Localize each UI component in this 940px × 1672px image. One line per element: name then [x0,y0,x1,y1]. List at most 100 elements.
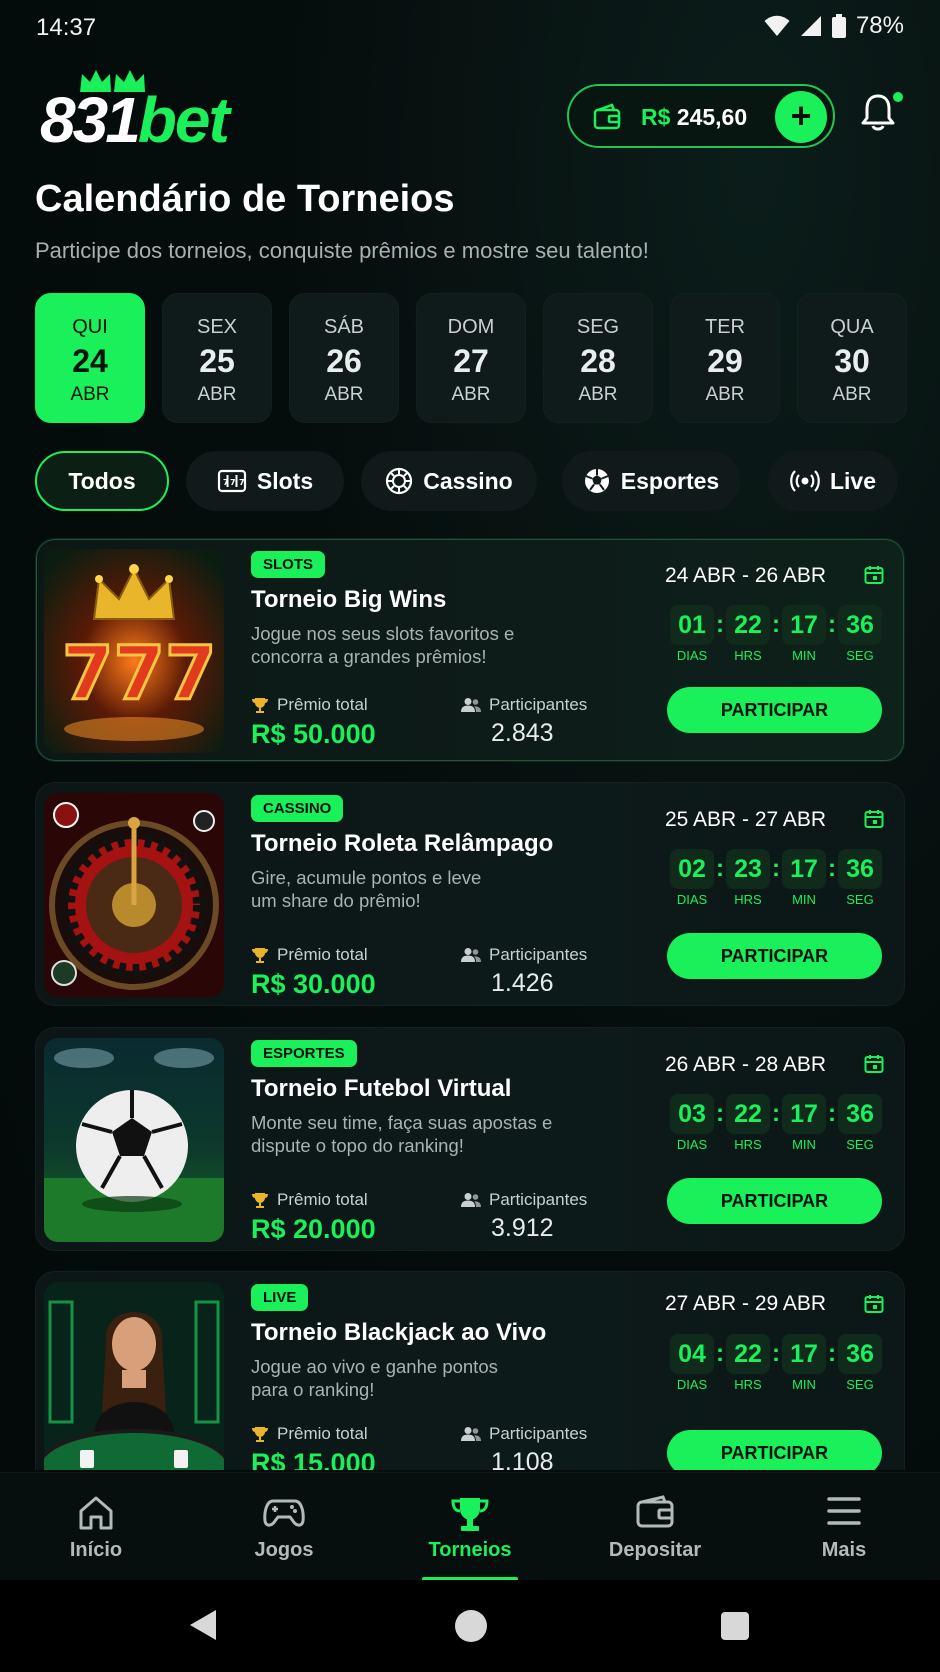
prize-label: Prêmio total [277,1424,368,1443]
nav-torneios[interactable]: Torneios [395,1473,545,1581]
timer-days-label: DIAS [676,892,708,907]
participants-block: Participantes 2.843 [461,695,587,748]
tournament-card-big-wins[interactable]: 777 SLOTS Torneio Big Wins Jogue nos seu… [35,538,905,762]
date-day: 27 [453,343,489,379]
filter-slots[interactable]: 7 7 7 Slots [186,451,344,511]
trophy-icon [252,948,268,963]
participants-value: 1.426 [491,969,554,997]
join-button[interactable]: PARTICIPAR [667,933,882,979]
balance-pill[interactable]: R$ 245,60 + [567,84,835,148]
date-month: ABR [70,384,110,405]
filter-esportes[interactable]: Esportes [562,451,740,511]
tournament-card-futebol[interactable]: ESPORTES Torneio Futebol Virtual Monte s… [35,1027,905,1251]
tournament-schedule: 25 ABR - 27 ABR 02 DIAS : 23 HRS : 17 MIN :… [649,783,905,1005]
category-filters: Todos 7 7 7 Slots Cassino Esportes Live [35,451,915,511]
tournament-schedule: 26 ABR - 28 ABR 03 DIAS : 22 HRS : 17 MIN :… [649,1028,905,1250]
timer-minutes-label: MIN [792,892,816,907]
participants-label-row: Participantes [461,1190,587,1210]
join-button[interactable]: PARTICIPAR [667,1178,882,1224]
countdown-timer: 01 DIAS : 22 HRS : 17 MIN : 36 SEG [670,605,882,665]
balance-value: 245,60 [676,104,748,130]
home-button-icon[interactable] [455,1610,487,1642]
timer-minutes-value: 17 [782,1094,826,1134]
timer-seconds-value: 36 [838,605,882,645]
participants-label-row: Participantes [461,1424,587,1444]
notification-dot [893,92,903,102]
date-card-27[interactable]: DOM 27 ABR [416,293,526,423]
recent-apps-icon[interactable] [721,1612,749,1640]
prize-value: R$ 15.000 [251,1448,376,1470]
filter-label: Todos [68,467,136,494]
logo-number: 831 [40,84,141,156]
tournament-name: Torneio Big Wins [251,586,447,613]
date-month: ABR [578,384,618,405]
category-badge: ESPORTES [251,1040,357,1067]
tournament-card-roleta[interactable]: CASSINO Torneio Roleta Relâmpago Gire, a… [35,782,905,1006]
bell-icon[interactable] [860,92,896,132]
join-button[interactable]: PARTICIPAR [667,687,882,733]
timer-seconds-label: SEG [846,648,874,663]
live-broadcast-icon [790,470,820,492]
filter-cassino[interactable]: Cassino [361,451,537,511]
filter-todos[interactable]: Todos [35,451,169,511]
timer-separator: : [828,611,836,638]
bottom-navigation: Início Jogos Torneios Depositar Mais [0,1472,940,1581]
date-card-24[interactable]: QUI 24 ABR [35,293,145,423]
date-card-25[interactable]: SEX 25 ABR [162,293,272,423]
add-funds-button[interactable]: + [775,91,827,143]
date-card-30[interactable]: QUA 30 ABR [797,293,907,423]
slot-machine-icon: 7 7 7 [217,469,246,493]
tournament-name: Torneio Roleta Relâmpago [251,830,554,857]
date-card-26[interactable]: SÁB 26 ABR [289,293,399,423]
filter-label: Live [829,467,877,494]
participants-block: Participantes 3.912 [461,1190,587,1243]
timer-seconds-label: SEG [846,892,874,907]
nav-mais[interactable]: Mais [769,1473,919,1581]
tournament-description: Gire, acumule pontos e leve um share do … [251,867,482,911]
tournament-name: Torneio Blackjack ao Vivo [251,1319,547,1346]
prize-value: R$ 20.000 [251,1214,376,1244]
tournament-description: Jogue ao vivo e ganhe pontos para o rank… [251,1356,498,1400]
filter-label: Cassino [423,467,513,494]
prize-label: Prêmio total [277,695,368,714]
timer-seconds: 36 SEG [838,1334,882,1392]
page-subtitle: Participe dos torneios, conquiste prêmio… [35,238,649,263]
nav-depositar[interactable]: Depositar [580,1473,730,1581]
timer-separator: : [772,1100,780,1127]
timer-minutes: 17 MIN [782,1334,826,1392]
timer-seconds-value: 36 [838,1334,882,1374]
date-card-29[interactable]: TER 29 ABR [670,293,780,423]
users-icon [461,948,481,962]
timer-seconds: 36 SEG [838,605,882,663]
prize-block: Prêmio total R$ 15.000 [251,1424,376,1470]
nav-jogos[interactable]: Jogos [209,1473,359,1581]
timer-hours-label: HRS [734,648,762,663]
filter-live[interactable]: Live [768,451,898,511]
timer-days-label: DIAS [676,1137,708,1152]
slots-777-crown-image: 777 [44,549,224,753]
join-button[interactable]: PARTICIPAR [667,1430,882,1470]
date-weekday: SEG [576,316,620,338]
timer-minutes-value: 17 [782,849,826,889]
crown-icon [80,70,145,92]
timer-days: 02 DIAS [670,849,714,907]
date-day: 24 [72,343,108,379]
date-month: ABR [832,384,872,405]
filter-label: Esportes [620,467,720,494]
back-icon[interactable] [188,1608,218,1642]
timer-minutes-value: 17 [782,605,826,645]
tournament-card-blackjack[interactable]: LIVE Torneio Blackjack ao Vivo Jogue ao … [35,1271,905,1470]
soccer-ball-icon [584,469,609,493]
app-screen: 14:37 78% 831 bet R$ 245,60 + Calendário… [0,0,940,1672]
date-range: 25 ABR - 27 ABR [665,808,827,831]
wallet-icon [593,103,621,130]
participants-label-row: Participantes [461,945,587,965]
soccer-ball-stadium-image [44,1038,224,1242]
prize-label-row: Prêmio total [251,945,376,965]
nav-inicio[interactable]: Início [21,1473,171,1581]
date-card-28[interactable]: SEG 28 ABR [543,293,653,423]
nav-label: Mais [821,1539,867,1561]
page-title: Calendário de Torneios [35,178,455,220]
timer-days: 04 DIAS [670,1334,714,1392]
battery-percent: 78% [855,12,904,39]
